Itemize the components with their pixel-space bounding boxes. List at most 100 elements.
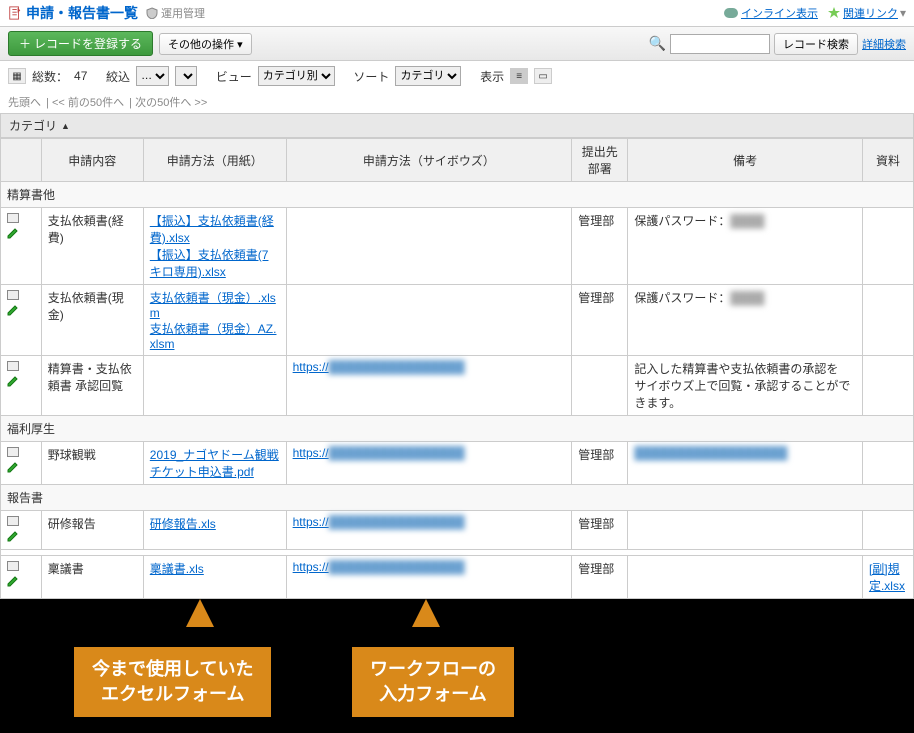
view-icon[interactable] (7, 212, 19, 224)
group-header-row: 報告書 (1, 485, 914, 511)
cell-busho: 管理部 (572, 556, 628, 599)
view-select[interactable]: カテゴリ別 (258, 66, 335, 86)
remark-text: 保護パスワード： (634, 291, 730, 305)
narrow-select[interactable]: … (136, 66, 169, 86)
col-actions (1, 139, 42, 182)
chevron-down-icon[interactable]: ▾ (900, 6, 906, 20)
view-icon[interactable] (7, 560, 19, 572)
view-icon[interactable] (7, 515, 19, 527)
view-icon[interactable] (7, 446, 19, 458)
attachment-link[interactable]: [副]規定.xlsx (869, 562, 905, 593)
table-row: 支払依頼書(現金)支払依頼書（現金）.xlsm支払依頼書（現金）AZ.xlsm管… (1, 285, 914, 356)
file-link[interactable]: 支払依頼書（現金）.xlsm (150, 291, 276, 320)
edit-icon[interactable] (7, 304, 19, 316)
blurred-url: ████████████████ (329, 560, 465, 574)
table-row: 野球観戦2019_ナゴヤドーム観戦チケット申込書.pdfhttps://████… (1, 442, 914, 485)
grid-icon[interactable]: ▦ (8, 68, 26, 84)
other-operations-button[interactable]: その他の操作 ▾ (159, 33, 252, 55)
view-icon[interactable] (7, 289, 19, 301)
cell-shiryo (862, 208, 913, 285)
col-busho[interactable]: 提出先部署 (572, 139, 628, 182)
col-cybozu[interactable]: 申請方法（サイボウズ） (286, 139, 572, 182)
table-row: 稟議書稟議書.xlshttps://████████████████管理部[副]… (1, 556, 914, 599)
sort-asc-icon[interactable]: ▲ (61, 121, 70, 131)
edit-icon[interactable] (7, 227, 19, 239)
plus-icon: ＋ (19, 35, 31, 52)
file-link[interactable]: 支払依頼書（現金）AZ.xlsm (150, 322, 277, 351)
edit-icon[interactable] (7, 461, 19, 473)
file-link[interactable]: 稟議書.xls (150, 562, 204, 576)
cell-shiryo (862, 442, 913, 485)
cell-busho: 管理部 (572, 511, 628, 550)
related-links[interactable]: 関連リンク (828, 5, 898, 21)
link-icon (724, 8, 738, 18)
blurred-url: ████████████████ (329, 515, 465, 529)
record-search-button[interactable]: レコード検索 (774, 33, 858, 55)
blurred-url: ████████████████ (329, 446, 465, 460)
card-view-icon[interactable]: ▭ (534, 68, 552, 84)
narrow-select-2[interactable] (175, 66, 197, 86)
manage-badge[interactable]: 運用管理 (146, 5, 205, 21)
list-view-icon[interactable]: ≡ (510, 68, 528, 84)
blurred-url: ████████████████ (329, 360, 465, 374)
blurred-text: ██████████████████ (634, 446, 787, 460)
narrow-label: 絞込 (106, 68, 130, 85)
cell-biko: 保護パスワード：████ (628, 208, 863, 285)
cell-naiyo: 研修報告 (41, 511, 143, 550)
cell-naiyo: 精算書・支払依頼書 承認回覧 (41, 356, 143, 416)
file-link[interactable]: 【振込】支払依頼書(経費).xlsx (150, 214, 274, 245)
col-naiyo[interactable]: 申請内容 (41, 139, 143, 182)
remark-text: 記入した精算書や支払依頼書の承認を サイボウズ上で回覧・承認することができます。 (634, 362, 850, 410)
sort-label: ソート (353, 68, 389, 85)
cell-biko: 記入した精算書や支払依頼書の承認を サイボウズ上で回覧・承認することができます。 (628, 356, 863, 416)
cybozu-link[interactable]: https:// (293, 446, 329, 460)
cell-naiyo: 野球観戦 (41, 442, 143, 485)
cybozu-link[interactable]: https:// (293, 515, 329, 529)
file-link[interactable]: 2019_ナゴヤドーム観戦チケット申込書.pdf (150, 448, 279, 479)
cell-cybozu: https://████████████████ (286, 556, 572, 599)
cybozu-link[interactable]: https:// (293, 560, 329, 574)
cybozu-link[interactable]: https:// (293, 360, 329, 374)
nav-next[interactable]: 次の50件へ >> (135, 97, 207, 109)
nav-prev[interactable]: << 前の50件へ (52, 97, 124, 109)
edit-icon[interactable] (7, 530, 19, 542)
add-record-button[interactable]: ＋ レコードを登録する (8, 31, 153, 56)
pagination-nav: 先頭へ | << 前の50件へ | 次の50件へ >> (0, 91, 914, 113)
cell-yoshi: 2019_ナゴヤドーム観戦チケット申込書.pdf (143, 442, 286, 485)
detail-search-link[interactable]: 詳細検索 (862, 36, 906, 52)
arrow-left (186, 599, 214, 627)
cell-cybozu: https://████████████████ (286, 442, 572, 485)
row-actions (1, 285, 42, 356)
file-link[interactable]: 研修報告.xls (150, 517, 216, 531)
edit-icon[interactable] (7, 575, 19, 587)
row-actions (1, 208, 42, 285)
cell-yoshi: 【振込】支払依頼書(経費).xlsx【振込】支払依頼書(7キロ専用).xlsx (143, 208, 286, 285)
file-link[interactable]: 【振込】支払依頼書(7キロ専用).xlsx (150, 248, 269, 279)
cell-shiryo (862, 511, 913, 550)
callout-workflow-form: ワークフローの 入力フォーム (352, 647, 514, 717)
cell-yoshi: 支払依頼書（現金）.xlsm支払依頼書（現金）AZ.xlsm (143, 285, 286, 356)
cell-cybozu: https://████████████████ (286, 511, 572, 550)
table-header-row: 申請内容 申請方法（用紙） 申請方法（サイボウズ） 提出先部署 備考 資料 (1, 139, 914, 182)
records-table: 申請内容 申請方法（用紙） 申請方法（サイボウズ） 提出先部署 備考 資料 精算… (0, 138, 914, 599)
table-row: 研修報告研修報告.xlshttps://████████████████管理部 (1, 511, 914, 550)
col-biko[interactable]: 備考 (628, 139, 863, 182)
cell-biko (628, 556, 863, 599)
cell-yoshi: 研修報告.xls (143, 511, 286, 550)
cell-busho: 管理部 (572, 442, 628, 485)
edit-icon[interactable] (7, 375, 19, 387)
group-label: 精算書他 (1, 182, 914, 208)
inline-view-link[interactable]: インライン表示 (724, 5, 818, 21)
cell-naiyo: 支払依頼書(経費) (41, 208, 143, 285)
view-icon[interactable] (7, 360, 19, 372)
search-input[interactable] (670, 34, 770, 54)
search-icon: 🔍 (649, 35, 666, 52)
cell-naiyo: 支払依頼書(現金) (41, 285, 143, 356)
nav-first[interactable]: 先頭へ (8, 97, 41, 109)
col-yoshi[interactable]: 申請方法（用紙） (143, 139, 286, 182)
row-actions (1, 511, 42, 550)
sort-select[interactable]: カテゴリ (395, 66, 461, 86)
col-shiryo[interactable]: 資料 (862, 139, 913, 182)
row-actions (1, 356, 42, 416)
cell-yoshi (143, 356, 286, 416)
